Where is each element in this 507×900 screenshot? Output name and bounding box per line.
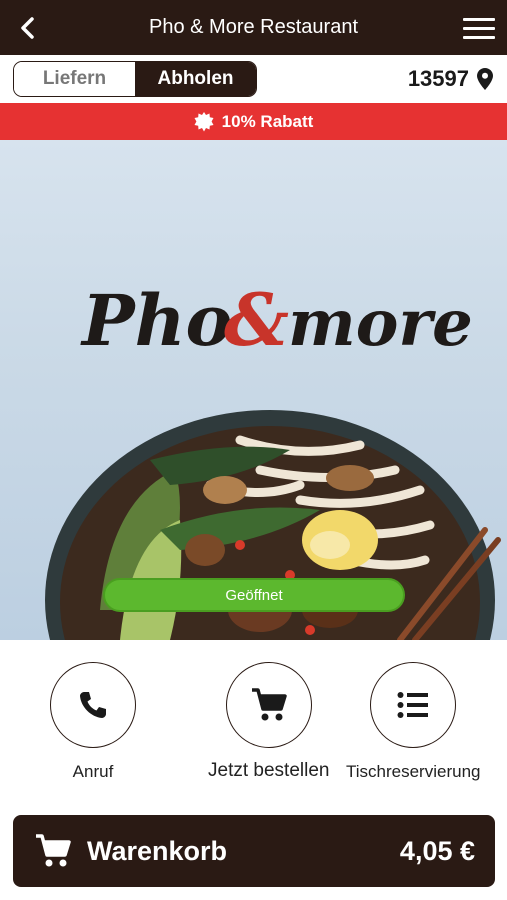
toggle-option-delivery[interactable]: Liefern — [14, 62, 135, 96]
order-mode-toggle: Liefern Abholen — [13, 61, 257, 97]
location-selector[interactable]: 13597 — [408, 61, 493, 97]
reservation-action[interactable]: Tischreservierung — [346, 662, 480, 782]
order-now-button[interactable] — [225, 662, 312, 748]
cart-button[interactable]: Warenkorb 4,05 € — [13, 815, 495, 887]
reservation-label: Tischreservierung — [346, 762, 481, 781]
page-title: Pho & More Restaurant — [149, 16, 358, 38]
map-pin-icon — [477, 68, 493, 90]
app-header: Pho & More Restaurant — [0, 0, 507, 55]
order-now-label: Jetzt bestellen — [208, 760, 330, 781]
cart-total: 4,05 € — [399, 835, 475, 866]
order-mode-bar: Liefern Abholen 13597 — [0, 55, 507, 103]
zip-code: 13597 — [407, 66, 469, 91]
cart-icon — [33, 831, 73, 871]
hero-food-image: Pho & more — [45, 277, 501, 640]
call-button[interactable] — [50, 662, 136, 748]
back-button[interactable] — [12, 12, 44, 44]
menu-button[interactable] — [461, 12, 497, 44]
badge-icon — [194, 111, 214, 131]
discount-text: 10% Rabatt — [221, 111, 314, 131]
cart-icon — [251, 688, 287, 721]
logo-text-pho: Pho — [80, 279, 232, 362]
chevron-left-icon — [21, 17, 34, 39]
phone-icon — [80, 692, 106, 718]
call-action[interactable]: Anruf — [50, 662, 136, 782]
toggle-option-pickup[interactable]: Abholen — [135, 62, 256, 96]
list-icon — [397, 692, 429, 718]
logo-ampersand: & — [224, 277, 289, 362]
call-label: Anruf — [72, 762, 114, 781]
open-status-badge: Geöffnet — [103, 578, 405, 612]
hamburger-menu-icon — [463, 17, 495, 21]
order-now-action[interactable]: Jetzt bestellen — [208, 662, 329, 782]
logo-text-more: more — [288, 286, 473, 361]
reservation-button[interactable] — [370, 662, 457, 748]
cart-label: Warenkorb — [87, 835, 228, 866]
restaurant-hero: Pho & more Geöffnet — [0, 140, 507, 640]
discount-banner[interactable]: 10% Rabatt — [0, 103, 507, 140]
quick-actions: Anruf Jetzt bestellen Tischreservierung — [0, 640, 507, 800]
